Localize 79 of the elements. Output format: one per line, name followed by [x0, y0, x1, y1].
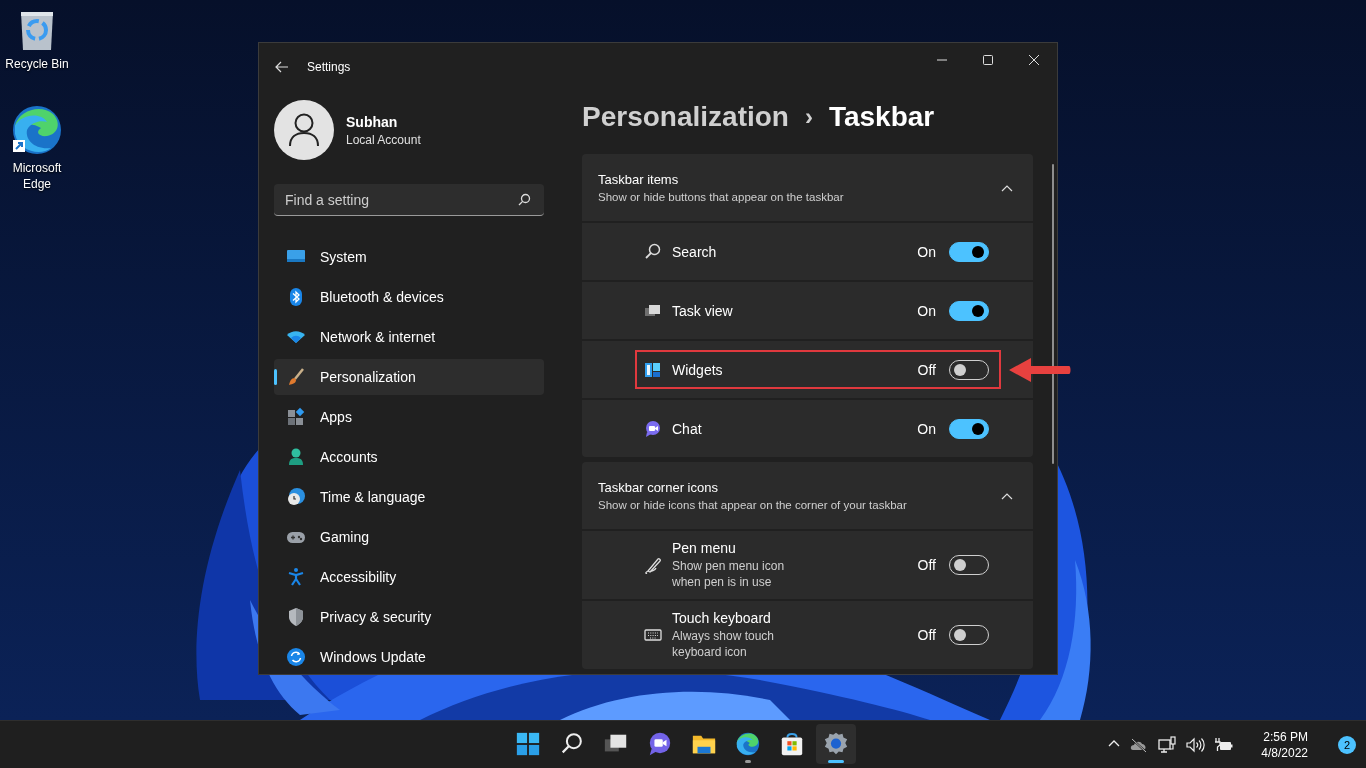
- maximize-icon: [982, 54, 994, 66]
- gear-icon: [823, 731, 849, 757]
- nav-item[interactable]: Personalization: [274, 359, 544, 395]
- nav-item[interactable]: Network & internet: [274, 319, 544, 355]
- close-icon: [1028, 54, 1040, 66]
- section-title: Taskbar items: [598, 172, 680, 187]
- nav-item[interactable]: Bluetooth & devices: [274, 279, 544, 315]
- toggle-state-label: Off: [917, 627, 936, 643]
- callout-arrow: [1009, 357, 1071, 382]
- keyboard-icon: [644, 626, 662, 644]
- chevron-up-icon: [1001, 183, 1013, 192]
- toggle-state-label: Off: [917, 557, 936, 573]
- setting-label: Pen menu: [672, 540, 737, 556]
- back-button[interactable]: [274, 59, 290, 75]
- clock-globe-icon: [286, 487, 306, 507]
- window-title: Settings: [307, 60, 351, 74]
- back-arrow-icon: [274, 59, 290, 75]
- battery-charging-icon[interactable]: [1213, 735, 1234, 754]
- section-subtitle: Show or hide buttons that appear on the taskbar: [598, 191, 845, 203]
- account-type: Local Account: [346, 132, 421, 147]
- browser-icon: [735, 731, 761, 757]
- desktop-icon-label[interactable]: Recycle Bin: [5, 56, 69, 72]
- widgets-icon: [644, 360, 662, 379]
- nav-item[interactable]: Apps: [274, 399, 544, 435]
- clock[interactable]: 2:56 PM 4/8/2022: [1255, 727, 1314, 762]
- notification-badge[interactable]: 2: [1338, 735, 1356, 754]
- settings-button[interactable]: [816, 724, 856, 764]
- setting-label: Search: [672, 243, 718, 260]
- search-field[interactable]: Find a setting: [274, 184, 544, 216]
- toggle-state-label: On: [917, 243, 936, 260]
- toggle-switch[interactable]: [949, 300, 989, 321]
- accessibility-icon: [286, 567, 306, 587]
- scrollbar[interactable]: [1052, 164, 1054, 464]
- toggle-state-label: Off: [917, 361, 936, 378]
- running-indicator: [828, 760, 844, 763]
- breadcrumb-parent[interactable]: Personalization: [582, 101, 789, 133]
- toggle-state-label: On: [917, 302, 936, 319]
- setting-description: Show pen menu icon when pen is in use: [672, 558, 786, 590]
- user-name: Subhan: [346, 113, 399, 130]
- chevron-up-icon: [1001, 491, 1013, 500]
- volume-icon[interactable]: [1185, 735, 1206, 754]
- nav-item[interactable]: Accessibility: [274, 559, 544, 595]
- apps-icon: [286, 407, 306, 427]
- breadcrumb-separator: ›: [804, 103, 813, 131]
- section-header[interactable]: Taskbar items Show or hide buttons that appear on the taskbar: [582, 154, 1033, 221]
- nav-item[interactable]: Time & language: [274, 479, 544, 515]
- page-title: Taskbar: [828, 101, 935, 133]
- desktop-icon-label[interactable]: Microsoft Edge: [7, 160, 67, 192]
- sync-icon: [286, 647, 306, 667]
- toggle-switch[interactable]: [949, 418, 989, 439]
- chat-bubble-icon: [644, 419, 662, 438]
- person-icon: [288, 113, 320, 147]
- section-header[interactable]: Taskbar corner icons Show or hide icons that appear on the corner of your taskbar: [582, 462, 1033, 529]
- setting-label: Chat: [672, 420, 703, 437]
- nav-item[interactable]: System: [274, 239, 544, 275]
- setting-label: Widgets: [672, 361, 724, 378]
- pen-icon: [644, 556, 662, 574]
- setting-description: Always show touch keyboard icon: [672, 628, 776, 660]
- section-title: Taskbar corner icons: [598, 480, 719, 495]
- shopping-bag-icon: [779, 731, 805, 757]
- nav-item[interactable]: Accounts: [274, 439, 544, 475]
- network-icon[interactable]: [1157, 735, 1178, 754]
- paintbrush-icon: [286, 367, 306, 387]
- shield-icon: [286, 607, 306, 627]
- nav-item[interactable]: Gaming: [274, 519, 544, 555]
- setting-label: Touch keyboard: [672, 610, 772, 626]
- search-icon: [644, 242, 662, 261]
- chat-bubble-icon: [647, 731, 673, 757]
- nav-item[interactable]: Windows Update: [274, 639, 544, 674]
- windows-logo-icon: [515, 731, 541, 757]
- browser-icon: [11, 104, 63, 156]
- nav-item[interactable]: Privacy & security: [274, 599, 544, 635]
- search-icon: [518, 193, 531, 206]
- toggle-state-label: On: [917, 420, 936, 437]
- running-indicator: [745, 760, 751, 763]
- section-subtitle: Show or hide icons that appear on the corner of your taskbar: [598, 499, 908, 511]
- person-icon: [286, 447, 306, 467]
- toggle-switch[interactable]: [949, 241, 989, 262]
- setting-label: Task view: [672, 302, 734, 319]
